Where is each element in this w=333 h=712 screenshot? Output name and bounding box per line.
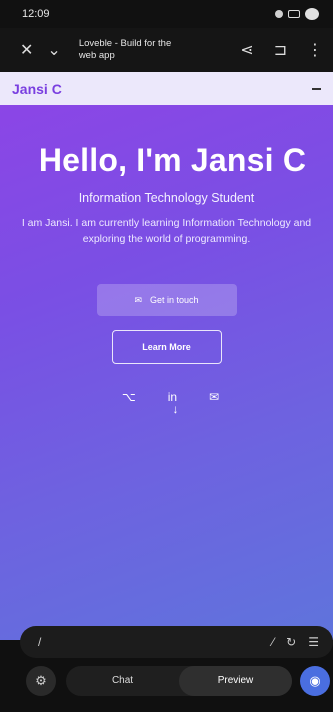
share-icon[interactable]: ⋖ [240, 40, 253, 60]
status-icons [275, 8, 319, 20]
site-preview: Jansi C Hello, I'm Jansi C Information T… [0, 72, 333, 640]
view-switcher: Chat Preview [66, 666, 292, 696]
battery-icon [288, 10, 300, 18]
more-options-icon[interactable]: ⋮ [307, 40, 323, 60]
menu-lines-icon[interactable]: ☰ [308, 635, 319, 649]
get-in-touch-label: Get in touch [150, 295, 199, 305]
site-navbar: Jansi C [0, 72, 333, 105]
tab-title-sub: web app [78, 50, 115, 61]
command-actions: ⁄ ↻ ☰ [272, 635, 319, 649]
bookmark-icon[interactable]: ⊐ [274, 40, 287, 60]
chevron-down-icon[interactable]: ⌄ [47, 40, 60, 60]
learn-more-button[interactable]: Learn More [111, 330, 222, 364]
hero-description: I am Jansi. I am currently learning Info… [21, 217, 312, 245]
bottom-nav: ⚙ Chat Preview ◉ [0, 658, 333, 712]
tab-title-main: Loveble - Build for the [78, 38, 172, 49]
app-actions: ⋖ ⊐ ⋮ [240, 40, 323, 60]
edit-icon[interactable]: ⁄ [272, 635, 274, 649]
hero-section: Hello, I'm Jansi C Information Technolog… [0, 105, 333, 416]
status-time: 12:09 [22, 8, 50, 20]
assistant-icon[interactable]: ◉ [300, 666, 330, 696]
hero-subtitle: Information Technology Student [78, 191, 255, 205]
settings-icon[interactable]: ⚙ [26, 666, 56, 696]
command-bar[interactable]: / ⁄ ↻ ☰ [20, 626, 333, 658]
signal-icon [275, 10, 283, 18]
preview-tab[interactable]: Preview [179, 666, 292, 696]
hero-title: Hello, I'm Jansi C [38, 142, 307, 178]
close-icon[interactable]: ✕ [20, 40, 33, 60]
chat-tab[interactable]: Chat [66, 666, 179, 696]
slash-icon[interactable]: / [38, 635, 41, 649]
refresh-icon[interactable]: ↻ [286, 635, 296, 649]
scroll-down-icon[interactable]: ↓ [18, 402, 333, 416]
site-brand[interactable]: Jansi C [12, 81, 62, 97]
mail-icon: ✉ [134, 294, 142, 305]
tab-title[interactable]: Loveble - Build for the web app [79, 38, 199, 62]
email-icon[interactable]: ✉ [209, 390, 219, 404]
menu-icon[interactable] [312, 87, 321, 90]
status-bar: 12:09 [0, 0, 333, 28]
app-bar: ✕ ⌄ Loveble - Build for the web app ⋖ ⊐ … [0, 28, 333, 72]
get-in-touch-button[interactable]: ✉ Get in touch [96, 284, 237, 316]
notification-icon [305, 8, 319, 20]
github-icon[interactable]: ⌥ [122, 390, 136, 404]
